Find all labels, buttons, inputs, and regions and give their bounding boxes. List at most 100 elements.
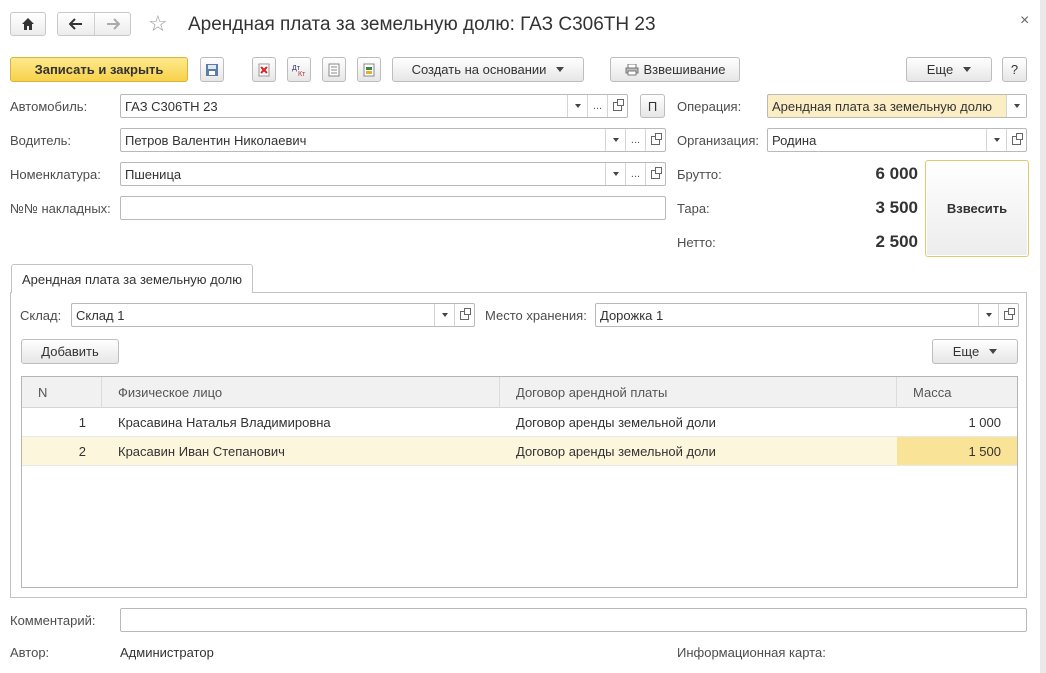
- column-header-person[interactable]: Физическое лицо: [102, 377, 500, 408]
- tare-value: 3 500: [875, 198, 918, 217]
- table-more-button[interactable]: Еще: [932, 339, 1018, 364]
- close-icon[interactable]: ×: [1020, 12, 1029, 30]
- storage-place-value: Дорожка 1: [600, 307, 664, 323]
- dropdown-caret-icon: [556, 67, 565, 72]
- warehouse-open-button[interactable]: [454, 304, 474, 326]
- column-header-mass[interactable]: Масса: [897, 377, 1017, 408]
- row-contract: Договор аренды земельной доли: [516, 414, 716, 430]
- invoices-label: №№ накладных:: [10, 201, 111, 216]
- help-button[interactable]: ?: [1002, 57, 1027, 82]
- gross-value: 6 000: [875, 164, 918, 183]
- more-label: Еще: [926, 62, 954, 77]
- dropdown-caret-icon: [993, 138, 1000, 142]
- driver-field[interactable]: Петров Валентин Николаевич ...: [120, 128, 666, 152]
- warehouse-dropdown-button[interactable]: [434, 304, 454, 326]
- operation-field[interactable]: Арендная плата за земельную долю: [767, 94, 1027, 118]
- favorite-star-icon[interactable]: ☆: [148, 12, 168, 36]
- dropdown-caret-icon: [989, 349, 998, 354]
- recipients-table: N Физическое лицо Договор арендной платы…: [21, 376, 1018, 588]
- dropdown-caret-icon: [985, 313, 992, 317]
- gross-label: Брутто:: [677, 167, 722, 182]
- dt-kt-button[interactable]: Дт Кт: [287, 57, 311, 82]
- table-row[interactable]: 2 Красавин Иван Степанович Договор аренд…: [22, 437, 1017, 466]
- author-label: Автор:: [10, 645, 50, 660]
- tare-label: Тара:: [677, 201, 710, 216]
- invoices-field[interactable]: [120, 196, 666, 220]
- forward-button[interactable]: [95, 13, 131, 35]
- warehouse-value: Склад 1: [76, 307, 125, 323]
- organization-open-button[interactable]: [1006, 129, 1026, 151]
- row-mass: 1 000: [968, 414, 1001, 430]
- organization-value: Родина: [772, 132, 817, 148]
- dropdown-caret-icon: [612, 172, 619, 176]
- table-more-label: Еще: [952, 344, 980, 359]
- more-button[interactable]: Еще: [906, 57, 992, 82]
- row-mass[interactable]: 1 500: [897, 437, 1017, 465]
- weigh-button[interactable]: Взвесить: [925, 160, 1029, 257]
- storage-open-button[interactable]: [998, 304, 1018, 326]
- mark-delete-button[interactable]: [252, 57, 276, 82]
- operation-label: Операция:: [677, 99, 742, 114]
- open-icon: [1004, 307, 1015, 320]
- comment-field[interactable]: [120, 608, 1027, 632]
- organization-dropdown-button[interactable]: [986, 129, 1006, 151]
- operation-dropdown-button[interactable]: [1006, 95, 1026, 117]
- operation-value: Арендная плата за земельную долю: [772, 98, 993, 114]
- save-button[interactable]: [200, 57, 224, 82]
- nomenclature-value: Пшеница: [125, 166, 182, 182]
- column-header-contract[interactable]: Договор арендной платы: [500, 377, 897, 408]
- structure-button[interactable]: [357, 57, 381, 82]
- car-label: Автомобиль:: [10, 99, 88, 114]
- dt-kt-icon: ДтКт: [292, 65, 306, 77]
- car-field[interactable]: ГАЗ С306ТН 23 ...: [120, 94, 628, 118]
- organization-field[interactable]: Родина: [767, 128, 1027, 152]
- structure-icon: [363, 63, 375, 76]
- row-number: 2: [78, 443, 86, 459]
- save-disk-icon: [206, 63, 218, 76]
- nomenclature-dropdown-button[interactable]: [605, 163, 625, 185]
- window-title: Арендная плата за земельную долю: ГАЗ С3…: [188, 14, 656, 35]
- column-header-n[interactable]: N: [22, 377, 102, 408]
- net-label: Нетто:: [677, 235, 716, 250]
- create-based-on-label: Создать на основании: [411, 62, 547, 77]
- dropdown-caret-icon: [963, 67, 972, 72]
- dropdown-caret-icon: [574, 104, 581, 108]
- table-header: N Физическое лицо Договор арендной платы…: [22, 377, 1017, 408]
- open-icon: [651, 166, 662, 179]
- car-open-button[interactable]: [607, 95, 627, 117]
- open-icon: [1012, 132, 1023, 145]
- driver-open-button[interactable]: [645, 129, 665, 151]
- storage-place-field[interactable]: Дорожка 1: [595, 303, 1019, 327]
- back-arrow-icon: [69, 18, 82, 30]
- dropdown-caret-icon: [441, 313, 448, 317]
- home-icon: [22, 18, 34, 30]
- create-based-on-button[interactable]: Создать на основании: [392, 57, 584, 82]
- add-button[interactable]: Добавить: [21, 339, 119, 364]
- nomenclature-field[interactable]: Пшеница ...: [120, 162, 666, 186]
- save-and-close-button[interactable]: Записать и закрыть: [10, 57, 188, 82]
- row-person: Красавин Иван Степанович: [118, 443, 285, 459]
- tab-panel: Склад: Склад 1 Место хранения: Дорожка 1…: [10, 292, 1027, 598]
- storage-dropdown-button[interactable]: [978, 304, 998, 326]
- warehouse-label: Склад:: [20, 308, 62, 323]
- car-dropdown-button[interactable]: [567, 95, 587, 117]
- home-button[interactable]: [10, 12, 46, 36]
- driver-dropdown-button[interactable]: [605, 129, 625, 151]
- document-button[interactable]: [322, 57, 346, 82]
- row-number: 1: [78, 414, 86, 430]
- p-button[interactable]: П: [640, 94, 665, 118]
- back-button[interactable]: [58, 13, 95, 35]
- window-scrollbar[interactable]: [1040, 0, 1046, 673]
- warehouse-field[interactable]: Склад 1: [71, 303, 475, 327]
- dropdown-caret-icon: [1013, 104, 1020, 108]
- nomenclature-select-button[interactable]: ...: [625, 163, 645, 185]
- driver-select-button[interactable]: ...: [625, 129, 645, 151]
- author-value: Администратор: [120, 645, 214, 660]
- tab-land-rent[interactable]: Арендная плата за земельную долю: [11, 264, 254, 293]
- table-row[interactable]: 1 Красавина Наталья Владимировна Договор…: [22, 408, 1017, 437]
- weighing-button[interactable]: Взвешивание: [610, 57, 740, 82]
- car-select-button[interactable]: ...: [587, 95, 607, 117]
- dropdown-caret-icon: [612, 138, 619, 142]
- nomenclature-open-button[interactable]: [645, 163, 665, 185]
- net-value: 2 500: [875, 232, 918, 251]
